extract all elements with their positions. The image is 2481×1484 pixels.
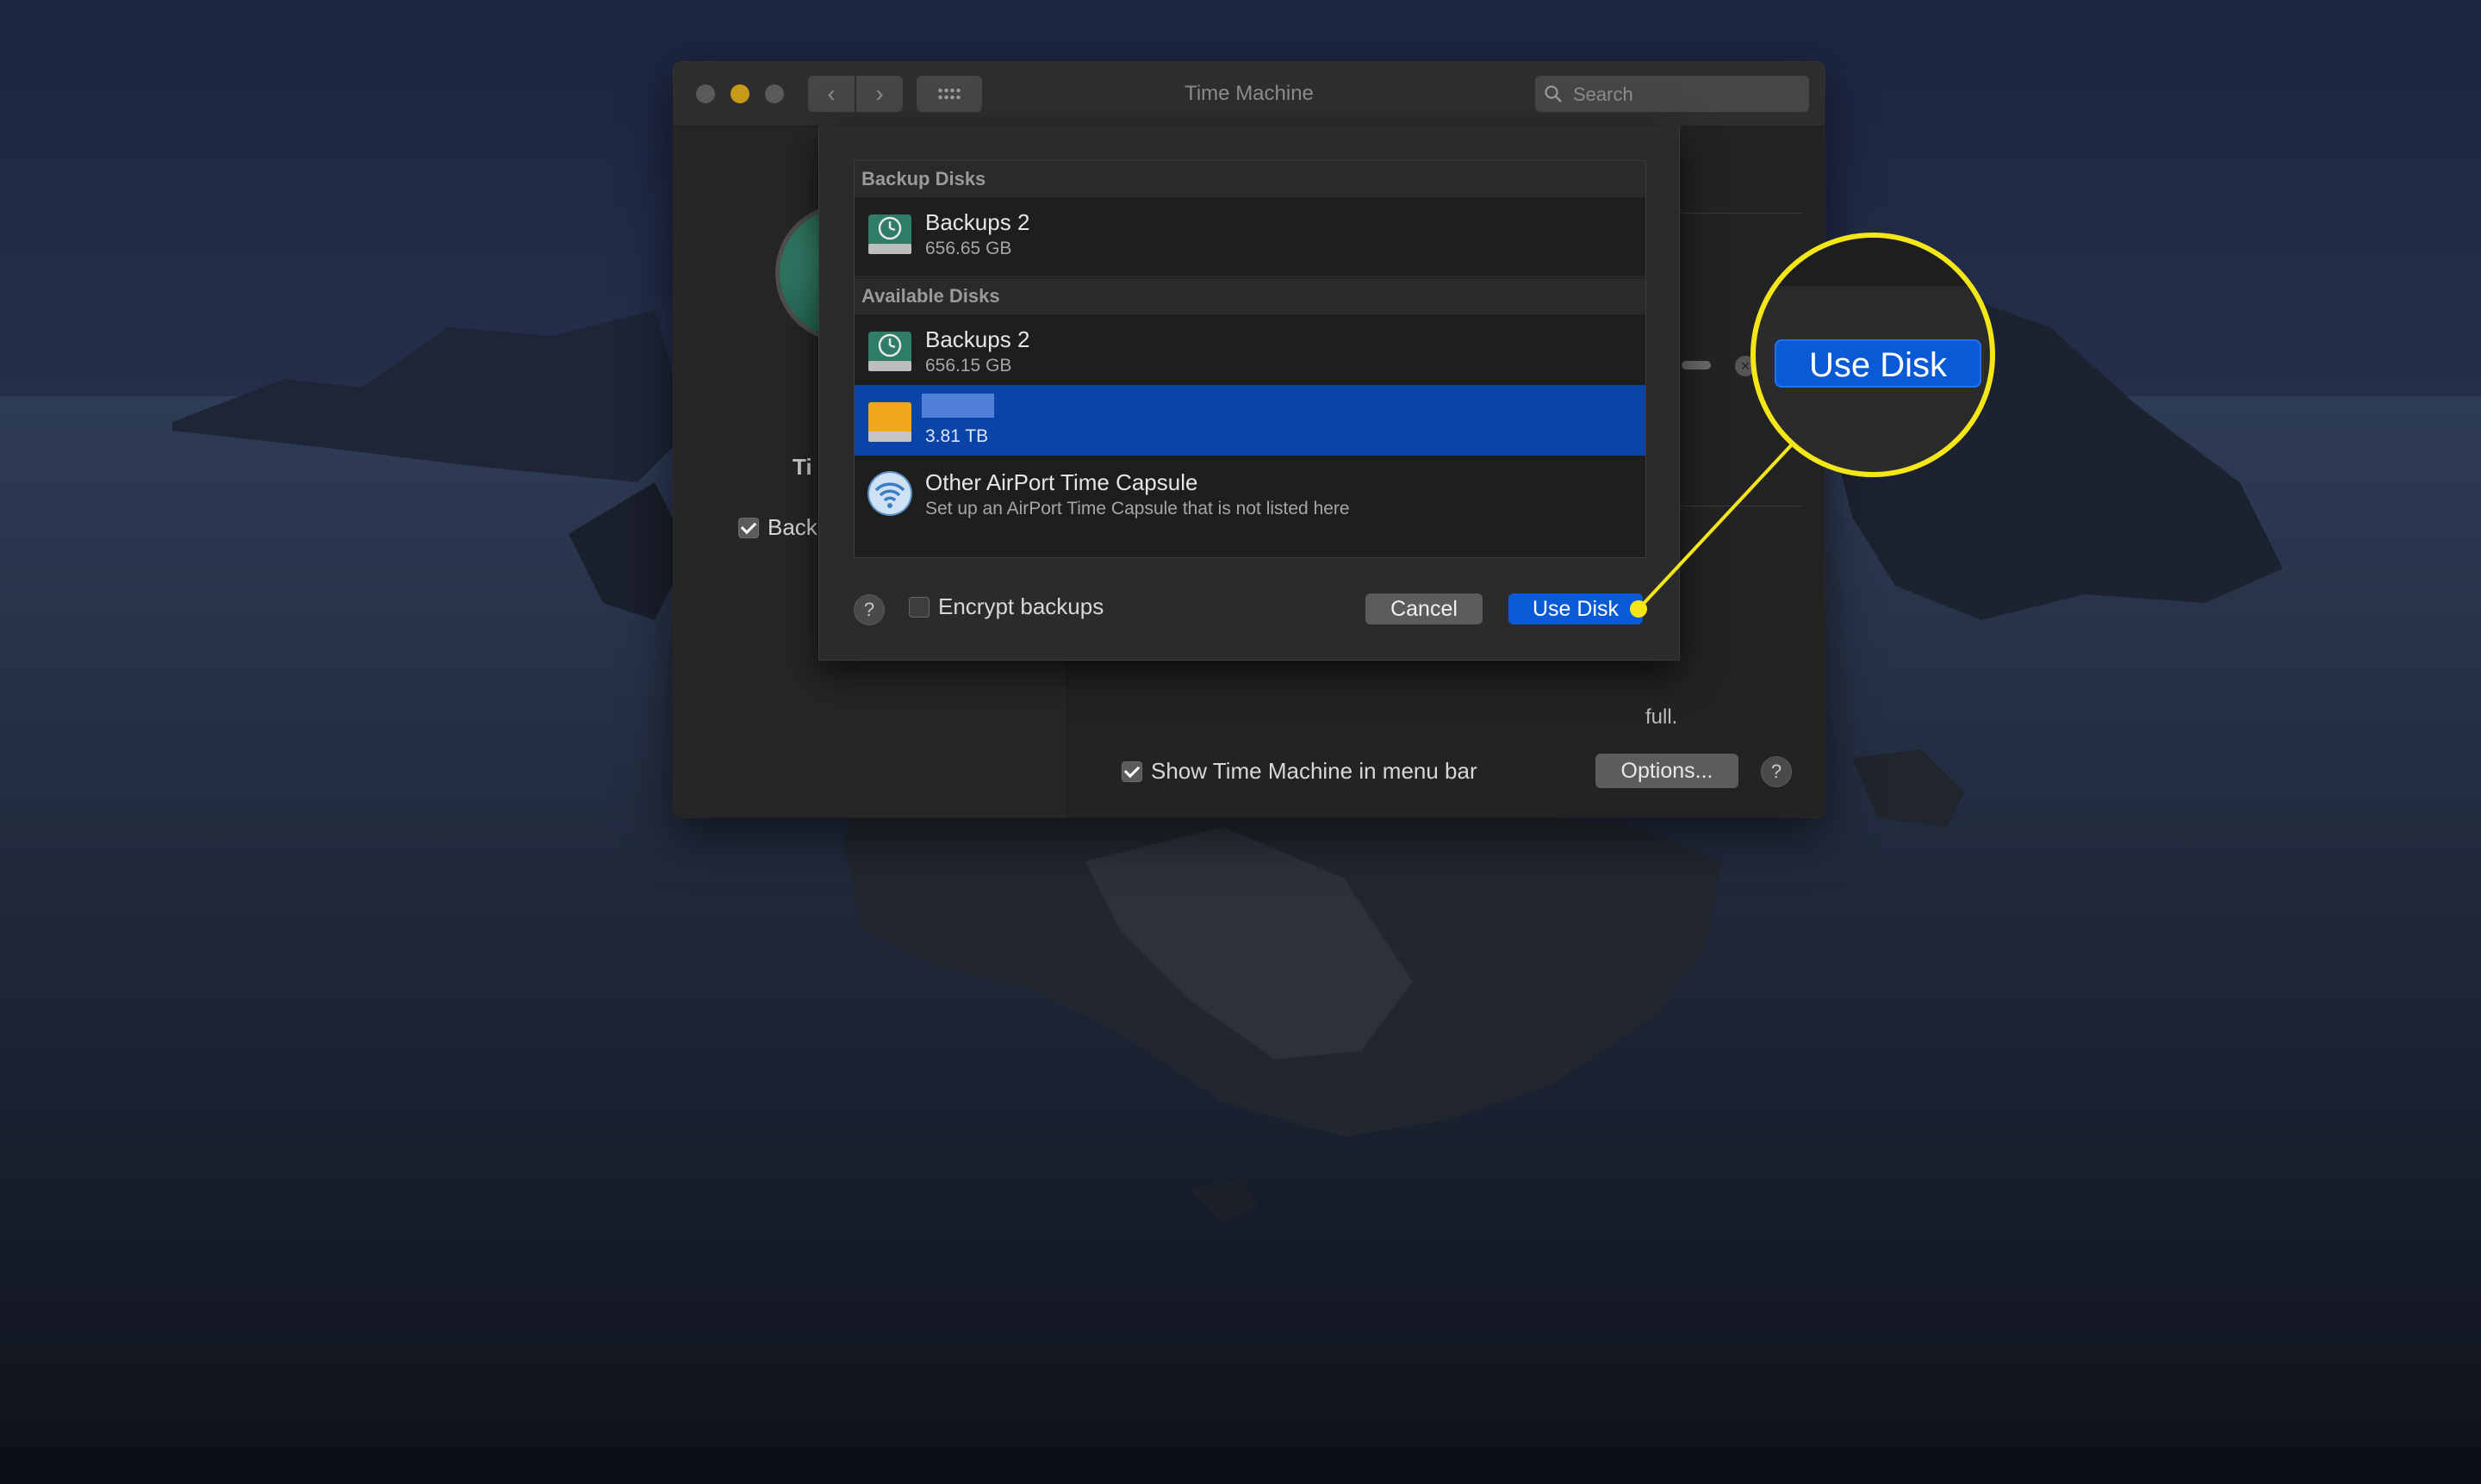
disk-name: Backups 2 bbox=[925, 326, 1030, 352]
backup-disks-header: Backup Disks bbox=[855, 161, 1645, 197]
zoomed-use-disk-button: Use Disk bbox=[1775, 339, 1981, 388]
time-machine-disk-icon bbox=[868, 332, 911, 371]
disk-name: Other AirPort Time Capsule bbox=[925, 469, 1198, 495]
search-field[interactable] bbox=[1535, 76, 1809, 114]
disk-row-other-airport[interactable]: Other AirPort Time Capsule Set up an Air… bbox=[855, 457, 1645, 528]
encrypt-backups-label: Encrypt backups bbox=[938, 593, 1104, 619]
checkmark-icon bbox=[738, 517, 759, 538]
redacted-disk-name bbox=[922, 394, 994, 418]
disk-size: 656.65 GB bbox=[925, 239, 1012, 258]
zoomed-list-edge bbox=[1756, 238, 1990, 286]
disk-size: 3.81 TB bbox=[925, 426, 989, 446]
disk-name: Backups 2 bbox=[925, 209, 1030, 235]
wifi-icon bbox=[867, 471, 912, 516]
help-button[interactable]: ? bbox=[854, 594, 885, 625]
checkmark-icon bbox=[1122, 761, 1142, 782]
show-in-menu-bar-label: Show Time Machine in menu bar bbox=[1151, 758, 1477, 784]
disk-row-backups-2-current[interactable]: Backups 2 656.65 GB bbox=[855, 197, 1645, 268]
back-up-automatically-label: Back bbox=[768, 514, 818, 540]
external-drive-icon bbox=[868, 402, 911, 442]
available-disks-header: Available Disks bbox=[855, 278, 1645, 314]
disk-description: Set up an AirPort Time Capsule that is n… bbox=[925, 499, 1350, 518]
select-disk-sheet: Backup Disks Backups 2 656.65 GB Availab… bbox=[818, 126, 1680, 661]
title-bar: ‹ › Time Machine bbox=[674, 62, 1825, 127]
app-label: Ti bbox=[793, 454, 812, 480]
back-up-automatically-checkbox[interactable]: Back bbox=[738, 514, 818, 540]
checkbox-icon bbox=[909, 596, 930, 618]
show-in-menu-bar-checkbox[interactable]: Show Time Machine in menu bar bbox=[1122, 758, 1477, 785]
disk-row-backups-2[interactable]: Backups 2 656.15 GB bbox=[855, 314, 1645, 385]
disk-size: 656.15 GB bbox=[925, 356, 1012, 376]
options-button[interactable]: Options... bbox=[1595, 754, 1738, 788]
use-disk-button[interactable]: Use Disk bbox=[1508, 593, 1643, 624]
time-machine-disk-icon bbox=[868, 214, 911, 254]
disk-row-external-selected[interactable]: 3.81 TB bbox=[855, 385, 1645, 456]
zoom-callout: Use Disk bbox=[1750, 233, 1995, 477]
disk-list: Backup Disks Backups 2 656.65 GB Availab… bbox=[854, 160, 1646, 558]
help-button[interactable]: ? bbox=[1761, 756, 1792, 787]
search-input[interactable] bbox=[1571, 76, 1799, 114]
divider bbox=[855, 276, 1645, 277]
progress-indicator bbox=[1682, 361, 1711, 369]
backups-deleted-note: full. bbox=[1645, 705, 1678, 729]
search-icon bbox=[1545, 85, 1562, 102]
callout-dot bbox=[1630, 600, 1647, 618]
encrypt-backups-checkbox[interactable]: Encrypt backups bbox=[909, 593, 1104, 620]
cancel-button[interactable]: Cancel bbox=[1365, 593, 1483, 624]
